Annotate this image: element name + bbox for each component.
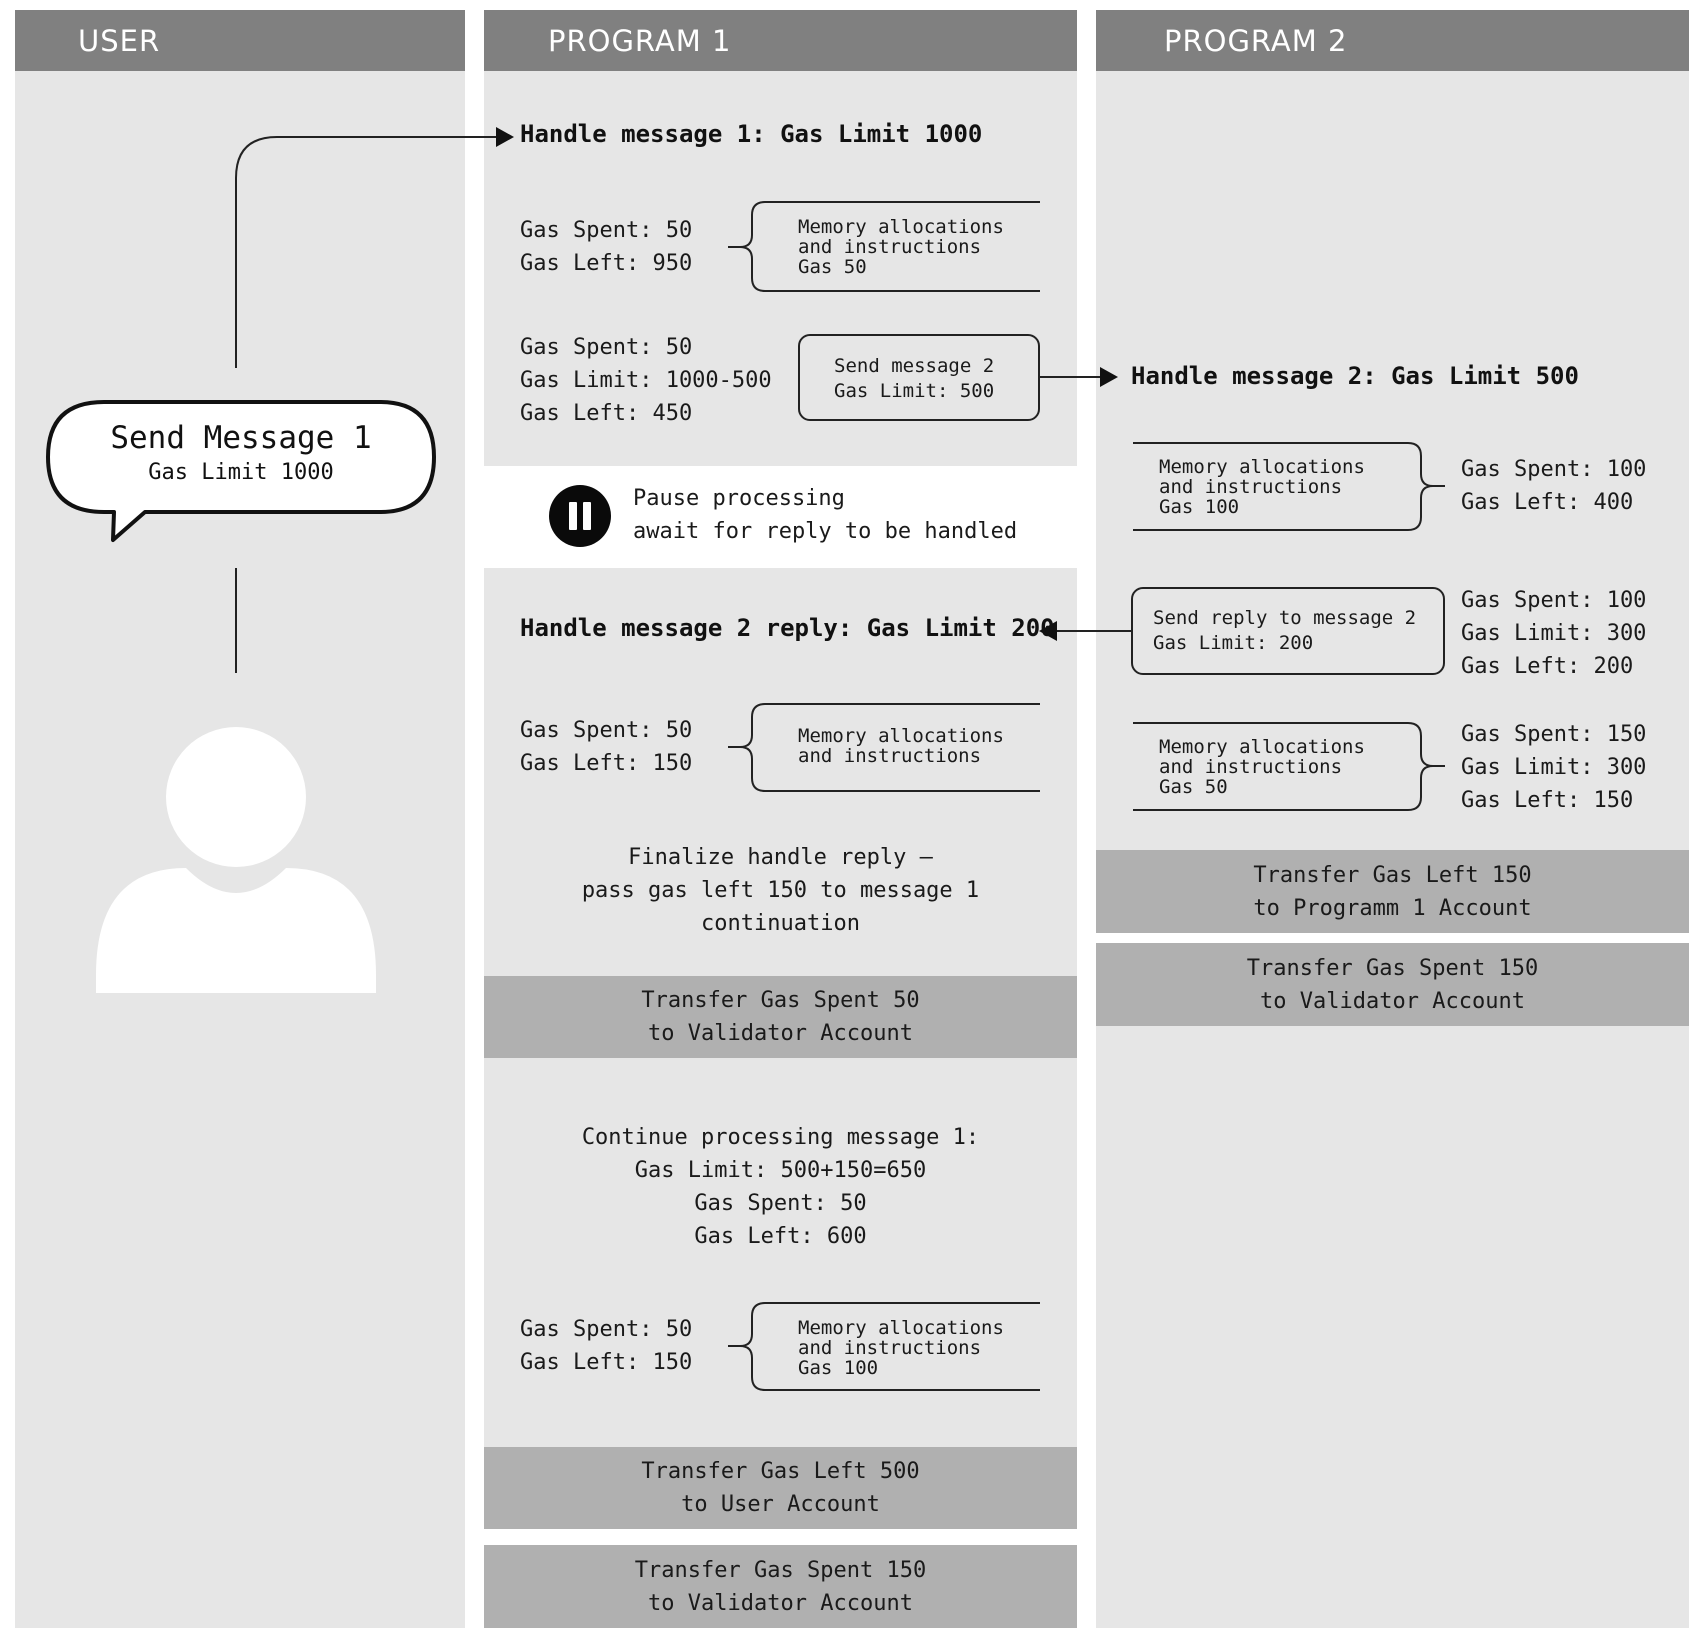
stat-gas-limit: Gas Limit: 300: [1461, 755, 1647, 780]
p2-stat3: Gas Spent: 150 Gas Limit: 300 Gas Left: …: [1461, 718, 1646, 817]
user-to-p1-arrow: [235, 136, 498, 368]
stat-gas-spent: Gas Spent: 100: [1461, 457, 1647, 482]
send-message-2-label: Send message 2 Gas Limit: 500: [834, 354, 994, 404]
transfer-line: Transfer Gas Left 150: [1253, 862, 1532, 888]
mem-line: and instructions: [1159, 756, 1343, 778]
transfer-line: Transfer Gas Spent 150: [634, 1557, 927, 1583]
transfer-line: Transfer Gas Spent 150: [1246, 955, 1539, 981]
pause-line: Pause processing: [633, 486, 845, 511]
p2-transfer-spent-150: Transfer Gas Spent 150 to Validator Acco…: [1096, 943, 1689, 1026]
continue-processing-text: Continue processing message 1: Gas Limit…: [484, 1121, 1077, 1253]
mem-line: Memory allocations: [1159, 736, 1365, 758]
stat-gas-left: Gas Left: 450: [520, 401, 693, 426]
p1-mem1-label: Memory allocations and instructions Gas …: [798, 217, 1004, 277]
p1-step4-stats: Gas Spent: 50 Gas Left: 150: [520, 1313, 692, 1379]
mem-line: Gas 50: [798, 256, 867, 278]
mem-line: and instructions: [798, 236, 982, 258]
stat-gas-spent: Gas Spent: 50: [520, 335, 693, 360]
mem-line: Gas 100: [798, 1357, 879, 1379]
finalize-line: pass gas left 150 to message 1: [581, 878, 980, 903]
continue-line: Continue processing message 1:: [581, 1125, 980, 1150]
transfer-line: Transfer Gas Spent 50: [641, 988, 920, 1013]
finalize-reply-text: Finalize handle reply – pass gas left 15…: [484, 841, 1077, 940]
stat-gas-limit: Gas Limit: 1000-500: [520, 368, 772, 393]
send-reply-label: Send reply to message 2 Gas Limit: 200: [1153, 606, 1416, 656]
bubble-title: Send Message 1: [110, 420, 372, 456]
stat-gas-spent: Gas Spent: 100: [1461, 588, 1647, 613]
p2-transfer-left-150: Transfer Gas Left 150 to Programm 1 Acco…: [1096, 850, 1689, 933]
pause-icon: [549, 485, 611, 547]
transfer-line: Transfer Gas Left 500: [641, 1459, 920, 1484]
reply-line: Gas Limit: 200: [1153, 632, 1314, 654]
continue-line: Gas Spent: 50: [694, 1191, 867, 1216]
handle-message-2-title: Handle message 2: Gas Limit 500: [1131, 362, 1579, 390]
mem-line: and instructions: [1159, 476, 1343, 498]
finalize-line: Finalize handle reply –: [628, 845, 933, 870]
p1-step3-stats: Gas Spent: 50 Gas Left: 150: [520, 714, 692, 780]
transfer-line: to Validator Account: [648, 1590, 913, 1616]
mem-line: Memory allocations: [798, 725, 1004, 747]
send2-line: Send message 2: [834, 355, 995, 377]
p1-transfer-left-500: Transfer Gas Left 500 to User Account: [484, 1447, 1077, 1529]
stat-gas-left: Gas Left: 200: [1461, 654, 1634, 679]
mem-line: Memory allocations: [798, 1317, 1004, 1339]
stat-gas-spent: Gas Spent: 150: [1461, 722, 1647, 747]
pause-line: await for reply to be handled: [633, 519, 1018, 544]
stat-gas-spent: Gas Spent: 50: [520, 1317, 693, 1342]
stat-gas-limit: Gas Limit: 300: [1461, 621, 1647, 646]
reply-line: Send reply to message 2: [1153, 607, 1417, 629]
mem-line: Gas 50: [1159, 776, 1228, 798]
p1-mem3-label: Memory allocations and instructions: [798, 726, 1004, 766]
stat-gas-spent: Gas Spent: 50: [520, 718, 693, 743]
handle-reply-title: Handle message 2 reply: Gas Limit 200: [520, 614, 1055, 642]
p1-step2-stats: Gas Spent: 50 Gas Limit: 1000-500 Gas Le…: [520, 331, 772, 430]
p2-stat1: Gas Spent: 100 Gas Left: 400: [1461, 453, 1646, 519]
arrowhead-handle2: [1100, 367, 1118, 387]
mem-line: Memory allocations: [798, 216, 1004, 238]
stat-gas-spent: Gas Spent: 50: [520, 218, 693, 243]
arrowhead-handle1: [496, 127, 514, 147]
send2-line: Gas Limit: 500: [834, 380, 995, 402]
p1-step1-stats: Gas Spent: 50 Gas Left: 950: [520, 214, 692, 280]
stat-gas-left: Gas Left: 950: [520, 251, 693, 276]
transfer-line: to Validator Account: [648, 1021, 913, 1046]
stat-gas-left: Gas Left: 150: [1461, 788, 1634, 813]
p1-transfer-spent-150: Transfer Gas Spent 150 to Validator Acco…: [484, 1545, 1077, 1628]
mem-line: Gas 100: [1159, 496, 1240, 518]
mem-line: Memory allocations: [1159, 456, 1365, 478]
p2-mem2-label: Memory allocations and instructions Gas …: [1159, 737, 1365, 797]
continue-line: Gas Left: 600: [694, 1224, 867, 1249]
pause-text: Pause processing await for reply to be h…: [633, 482, 1017, 548]
p2-mem1-label: Memory allocations and instructions Gas …: [1159, 457, 1365, 517]
stat-gas-left: Gas Left: 150: [520, 751, 693, 776]
mem-line: and instructions: [798, 1337, 982, 1359]
continue-line: Gas Limit: 500+150=650: [634, 1158, 927, 1183]
stat-gas-left: Gas Left: 150: [520, 1350, 693, 1375]
finalize-line: continuation: [701, 911, 860, 936]
transfer-line: to User Account: [681, 1492, 880, 1517]
p2-stat2: Gas Spent: 100 Gas Limit: 300 Gas Left: …: [1461, 584, 1646, 683]
avatar-head: [166, 727, 306, 867]
mem-line: and instructions: [798, 745, 982, 767]
transfer-line: to Validator Account: [1260, 988, 1525, 1014]
avatar-body: [96, 868, 376, 993]
stat-gas-left: Gas Left: 400: [1461, 490, 1634, 515]
handle-message-1-title: Handle message 1: Gas Limit 1000: [520, 120, 983, 148]
transfer-line: to Programm 1 Account: [1253, 895, 1532, 921]
bubble-subtitle: Gas Limit 1000: [148, 460, 334, 485]
p1-mem4-label: Memory allocations and instructions Gas …: [798, 1318, 1004, 1378]
p1-transfer-spent-50: Transfer Gas Spent 50 to Validator Accou…: [484, 976, 1077, 1058]
